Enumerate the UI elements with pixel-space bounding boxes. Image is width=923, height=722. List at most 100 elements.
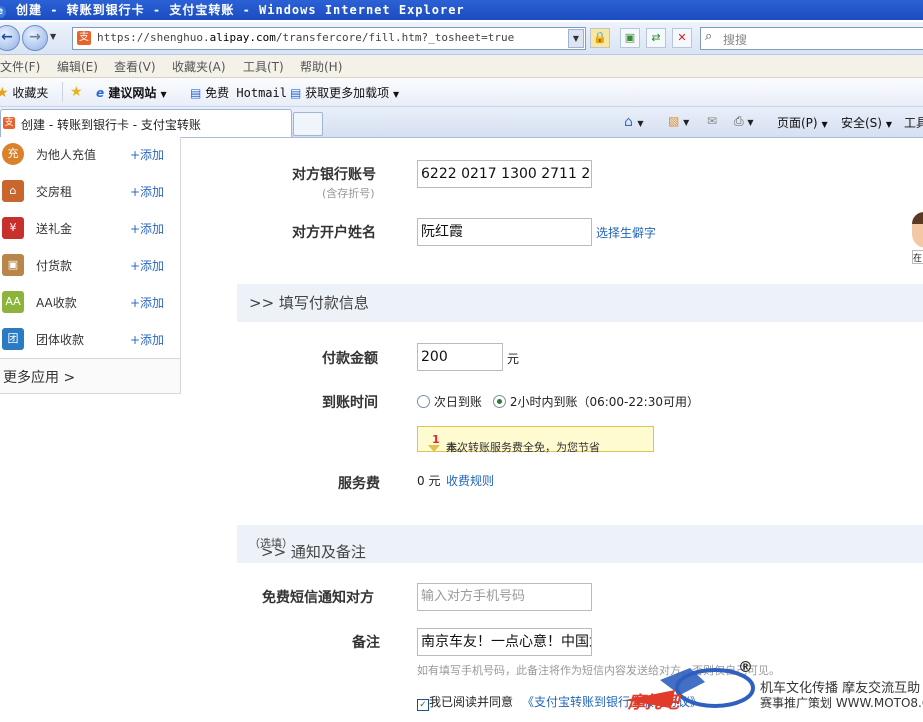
goods-payment-icon: ▣	[2, 254, 24, 276]
alipay-favicon: 支	[77, 31, 91, 45]
memo-input[interactable]: 南京车友！一点心意！中国龙	[417, 628, 592, 656]
more-apps-label: 更多应用 >	[3, 370, 76, 386]
forward-button[interactable]: →	[22, 25, 48, 51]
add-link[interactable]: +添加	[130, 331, 164, 348]
add-link[interactable]: +添加	[130, 183, 164, 200]
notify-section-header: >> 通知及备注 （选填）	[237, 525, 923, 563]
checkbox-checked-icon: ✓	[417, 699, 429, 711]
bank-account-label: 对方银行账号	[292, 167, 376, 183]
new-tab-button[interactable]	[293, 112, 323, 136]
menu-edit[interactable]: 编辑(E)	[57, 58, 98, 75]
watermark-line2: 赛事推广策划 WWW.MOTO8.CN	[760, 696, 923, 710]
fee-rules-link[interactable]: 收费规则	[446, 472, 494, 489]
amount-input[interactable]: 200	[417, 343, 503, 371]
history-dropdown-icon[interactable]: ▼	[50, 32, 56, 41]
fee-value: 0 元	[417, 474, 441, 488]
bank-account-sublabel: (含存折号)	[322, 187, 375, 200]
sidebar-item-label: 付货款	[36, 259, 73, 273]
add-link[interactable]: +添加	[130, 257, 164, 274]
sidebar-item-label: 送礼金	[36, 222, 73, 236]
recharge-icon: 充	[2, 143, 24, 165]
get-addons-link[interactable]: ▤ 获取更多加载项 ▼	[290, 84, 399, 101]
favorites-button[interactable]: ★ 收藏夹	[0, 84, 48, 101]
star-icon: ★	[0, 85, 9, 101]
agree-checkbox[interactable]: ✓ 我已阅读并同意	[417, 693, 513, 711]
refresh-icon[interactable]: ⇄	[646, 28, 666, 48]
aa-collect-icon: AA	[2, 291, 24, 313]
add-link[interactable]: +添加	[130, 294, 164, 311]
add-link[interactable]: +添加	[130, 146, 164, 163]
app-sidebar: 充 为他人充值 +添加 ⌂ 交房租 +添加 ¥ 送礼金 +添加 ▣ 付货款 +添…	[0, 137, 181, 394]
stop-icon[interactable]: ✕	[672, 28, 692, 48]
window-title: 创建 - 转账到银行卡 - 支付宝转账 - Windows Internet E…	[16, 3, 465, 17]
sidebar-item-goods[interactable]: ▣ 付货款 +添加	[0, 254, 180, 291]
sidebar-item-gift[interactable]: ¥ 送礼金 +添加	[0, 217, 180, 254]
more-apps-link[interactable]: 更多应用 >	[0, 358, 180, 393]
amount-unit: 元	[507, 352, 520, 366]
menu-bar: 文件(F) 编辑(E) 查看(V) 收藏夹(A) 工具(T) 帮助(H)	[0, 55, 923, 78]
arrival-label: 到账时间	[322, 395, 378, 411]
menu-favorites[interactable]: 收藏夹(A)	[172, 58, 226, 75]
address-dropdown-icon[interactable]: ▼	[568, 29, 584, 48]
search-input[interactable]: ⌕ 搜搜	[700, 27, 923, 50]
sidebar-item-recharge[interactable]: 充 为他人充值 +添加	[0, 143, 180, 180]
page-icon: ▤	[190, 86, 202, 100]
hotmail-link[interactable]: ▤ 免费 Hotmail	[190, 84, 287, 101]
sms-label: 免费短信通知对方	[262, 590, 374, 606]
sidebar-item-label: 团体收款	[36, 333, 85, 347]
home-icon[interactable]: ⌂ ▼	[624, 114, 644, 130]
add-link[interactable]: +添加	[130, 220, 164, 237]
arrival-option-2h[interactable]: 2小时内到账（06:00-22:30可用）	[493, 393, 699, 410]
menu-help[interactable]: 帮助(H)	[300, 58, 342, 75]
menu-view[interactable]: 查看(V)	[114, 58, 156, 75]
suggested-sites-link[interactable]: e 建议网站 ▼	[96, 84, 167, 101]
safety-menu[interactable]: 安全(S) ▼	[841, 114, 892, 131]
mail-icon[interactable]: ✉	[707, 114, 717, 128]
ie-logo-icon: e	[0, 6, 6, 18]
search-icon: ⌕	[705, 29, 713, 44]
tools-menu[interactable]: 工具	[904, 114, 923, 131]
gift-money-icon: ¥	[2, 217, 24, 239]
sidebar-item-rent[interactable]: ⌂ 交房租 +添加	[0, 180, 180, 217]
print-icon[interactable]: ⎙ ▼	[734, 114, 754, 129]
address-input[interactable]: 支 https://shenghuo.alipay.com/transferco…	[72, 27, 586, 50]
moto8-logo: 摩托吧	[625, 668, 755, 713]
memo-label: 备注	[352, 635, 380, 651]
fee-waived-tip: 本次转账服务费全免，为您节省 1 元。	[417, 426, 654, 454]
page-icon: ▤	[290, 86, 302, 100]
sidebar-item-label: 为他人充值	[36, 148, 97, 162]
sidebar-item-label: AA收款	[36, 296, 77, 310]
svg-text:摩托吧: 摩托吧	[627, 693, 682, 713]
window-title-bar: e 创建 - 转账到银行卡 - 支付宝转账 - Windows Internet …	[0, 0, 923, 20]
tab-title: 创建 - 转账到银行卡 - 支付宝转账	[21, 118, 201, 132]
menu-tools[interactable]: 工具(T)	[243, 58, 284, 75]
sidebar-item-label: 交房租	[36, 185, 73, 199]
add-favorite-icon[interactable]: ★	[70, 84, 83, 100]
bank-account-input[interactable]: 6222 0217 1300 2711 239	[417, 160, 592, 188]
favorites-bar: ★ 收藏夹 ★ e 建议网站 ▼ ▤ 免费 Hotmail ▤ 获取更多加载项 …	[0, 78, 923, 107]
payment-section-header: >> 填写付款信息	[237, 284, 923, 322]
group-collect-icon: 团	[2, 328, 24, 350]
arrival-option-next-day[interactable]: 次日到账	[417, 393, 482, 410]
page-menu[interactable]: 页面(P) ▼	[777, 114, 828, 131]
notify-section-title: >> 通知及备注 （选填）	[249, 537, 366, 561]
account-name-label: 对方开户姓名	[292, 225, 376, 241]
payment-section-title: >> 填写付款信息	[249, 294, 369, 312]
fee-label: 服务费	[338, 476, 380, 492]
help-avatar[interactable]: 在	[912, 212, 923, 264]
feeds-icon[interactable]: ▧ ▼	[668, 114, 689, 128]
menu-file[interactable]: 文件(F)	[0, 58, 40, 75]
back-button[interactable]: ←	[0, 25, 20, 51]
sidebar-item-aa[interactable]: AA AA收款 +添加	[0, 291, 180, 328]
divider	[62, 82, 63, 102]
registered-mark: ®	[738, 658, 753, 676]
ie-icon: e	[96, 86, 105, 100]
tab-alipay[interactable]: 支 创建 - 转账到银行卡 - 支付宝转账	[0, 109, 292, 137]
account-name-input[interactable]: 阮红霞	[417, 218, 592, 246]
sms-phone-input[interactable]: 输入对方手机号码	[417, 583, 592, 611]
radio-icon	[417, 395, 430, 408]
lock-icon[interactable]: 🔒	[590, 28, 610, 48]
rare-char-link[interactable]: 选择生僻字	[596, 224, 656, 241]
compat-view-icon[interactable]: ▣	[620, 28, 640, 48]
radio-selected-icon	[493, 395, 506, 408]
